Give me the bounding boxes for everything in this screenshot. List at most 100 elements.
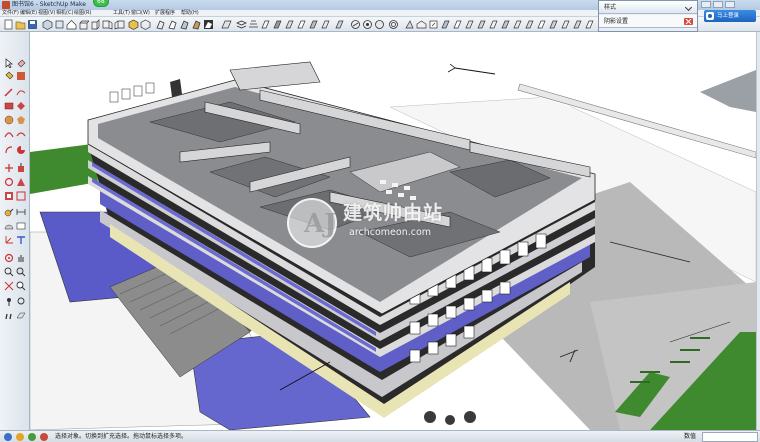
split-icon[interactable] — [512, 19, 523, 30]
polygon-icon[interactable] — [16, 110, 26, 124]
cube-iso-icon[interactable] — [42, 19, 53, 30]
menu-extensions[interactable]: 扩展程序 — [155, 10, 175, 17]
measurements-input[interactable] — [702, 432, 758, 442]
paint-bucket-icon[interactable] — [4, 66, 14, 80]
close-button[interactable] — [725, 1, 735, 8]
zoom-extents-icon[interactable] — [4, 276, 14, 291]
three-point-arc-icon[interactable] — [4, 140, 14, 154]
extension-e-icon[interactable] — [584, 19, 595, 30]
intersect-icon[interactable] — [464, 19, 475, 30]
walk-icon[interactable] — [404, 19, 415, 30]
front-view-icon[interactable] — [78, 19, 89, 30]
select-arrow-icon[interactable] — [4, 53, 14, 69]
sandbox-icon[interactable] — [248, 19, 259, 30]
user-status-icon[interactable] — [28, 433, 36, 441]
xray-icon[interactable] — [128, 19, 139, 30]
pencil-icon[interactable] — [4, 82, 14, 97]
zoom-icon[interactable] — [4, 262, 14, 277]
top-view-icon[interactable] — [54, 19, 65, 30]
shadow-icon[interactable] — [334, 19, 345, 30]
extension-b-icon[interactable] — [548, 19, 559, 30]
section-plane-icon[interactable] — [221, 19, 232, 30]
textured-icon[interactable] — [191, 19, 202, 30]
minimize-button[interactable] — [701, 1, 711, 8]
position-camera-icon[interactable] — [4, 292, 14, 306]
component-icon[interactable] — [440, 19, 451, 30]
left-view-icon[interactable] — [114, 19, 125, 30]
help-status-icon[interactable] — [40, 433, 48, 441]
extension-a-icon[interactable] — [536, 19, 547, 30]
fog-icon[interactable] — [374, 19, 385, 30]
orbit-tool-icon[interactable] — [4, 248, 14, 263]
two-point-arc-icon[interactable] — [16, 124, 26, 137]
wireframe-icon[interactable] — [155, 19, 166, 30]
menu-view[interactable]: 视图(V) — [38, 10, 55, 17]
push-pull-icon[interactable] — [16, 158, 26, 172]
component-tool-icon[interactable] — [16, 66, 26, 80]
notification-badge[interactable]: 68 — [93, 0, 109, 7]
face-style-icon[interactable] — [284, 19, 295, 30]
protractor-icon[interactable] — [4, 216, 14, 230]
viewport-scrollbar[interactable] — [756, 32, 760, 430]
login-button[interactable]: 马上登录 — [704, 10, 756, 22]
hidden-line-icon[interactable] — [167, 19, 178, 30]
back-edges-icon[interactable] — [140, 19, 151, 30]
drape-icon[interactable] — [308, 19, 319, 30]
outer-shell-icon[interactable] — [524, 19, 535, 30]
back-view-icon[interactable] — [102, 19, 113, 30]
dimension-icon[interactable] — [16, 202, 26, 215]
orbit-icon[interactable] — [362, 19, 373, 30]
warehouse-icon[interactable] — [416, 19, 427, 30]
styles-panel-header[interactable]: 样式 — [599, 1, 697, 14]
section-cut-icon[interactable] — [260, 19, 271, 30]
rotated-rect-icon[interactable] — [16, 96, 26, 110]
share-model-icon[interactable] — [428, 19, 439, 30]
subtract-icon[interactable] — [488, 19, 499, 30]
chevron-down-icon[interactable] — [684, 3, 693, 12]
add-detail-icon[interactable] — [350, 19, 361, 30]
previous-view-icon[interactable] — [16, 276, 26, 291]
scale-icon[interactable] — [4, 186, 14, 200]
menu-draw[interactable]: 绘图(R) — [74, 10, 91, 17]
move-icon[interactable] — [4, 158, 14, 172]
eraser-icon[interactable] — [16, 53, 26, 68]
pie-icon[interactable] — [16, 140, 26, 154]
rectangle-icon[interactable] — [4, 96, 14, 110]
menu-camera[interactable]: 相机(C) — [56, 10, 73, 17]
menu-file[interactable]: 文件(F) — [2, 10, 19, 17]
look-around-icon[interactable] — [4, 306, 14, 320]
solid-tools-icon[interactable] — [452, 19, 463, 30]
trim-icon[interactable] — [500, 19, 511, 30]
axes-icon[interactable] — [4, 230, 14, 244]
stamp-icon[interactable] — [296, 19, 307, 30]
extension-c-icon[interactable] — [560, 19, 571, 30]
home-icon[interactable] — [66, 19, 77, 30]
section-tool-icon[interactable] — [16, 306, 26, 319]
shaded-icon[interactable] — [179, 19, 190, 30]
tape-measure-icon[interactable] — [4, 202, 14, 217]
target-icon[interactable] — [388, 19, 399, 30]
menu-edit[interactable]: 编辑(E) — [20, 10, 37, 17]
new-icon[interactable] — [3, 19, 14, 30]
text-icon[interactable] — [16, 216, 26, 230]
restore-button[interactable] — [713, 1, 723, 8]
extension-d-icon[interactable] — [572, 19, 583, 30]
monochrome-icon[interactable] — [203, 19, 214, 30]
offset-icon[interactable] — [16, 186, 26, 201]
zoom-window-icon[interactable] — [16, 262, 26, 277]
layers-icon[interactable] — [236, 19, 247, 30]
shadow-panel-header[interactable]: 阴影设置 — [599, 15, 697, 28]
save-icon[interactable] — [27, 19, 38, 30]
freehand-icon[interactable] — [16, 82, 26, 96]
union-icon[interactable] — [476, 19, 487, 30]
walk-tool-icon[interactable] — [16, 292, 26, 305]
close-icon[interactable] — [684, 18, 693, 25]
geolocation-icon[interactable] — [4, 433, 12, 441]
smoove-icon[interactable] — [320, 19, 331, 30]
rotate-icon[interactable] — [4, 172, 14, 187]
menu-help[interactable]: 帮助(H) — [181, 10, 199, 17]
3d-text-icon[interactable] — [16, 230, 26, 244]
circle-icon[interactable] — [4, 110, 14, 125]
model-viewport[interactable]: AJ 建筑帅由站 archcomeon.com — [30, 32, 756, 430]
menu-window[interactable]: 窗口(W) — [131, 10, 150, 17]
